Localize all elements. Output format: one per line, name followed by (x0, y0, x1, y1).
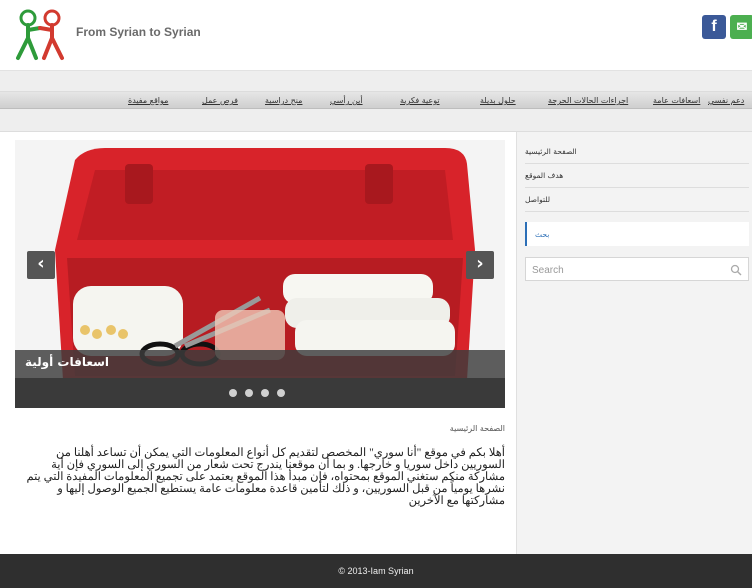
site-footer: © 2013-Iam Syrian (0, 554, 752, 588)
search-box (525, 257, 749, 281)
sidebar-item-site-goal[interactable]: هدف الموقع (525, 164, 749, 188)
slide-caption-bar: اسعافات أولية (15, 350, 505, 378)
slider-dot-3[interactable] (261, 389, 269, 397)
site-header: From Syrian to Syrian f ✉ (0, 0, 752, 70)
nav-item-jobs[interactable]: فرص عمل (202, 96, 238, 105)
nav-item-useful-sites[interactable]: مواقع مفيدة (128, 96, 168, 105)
nav-item-alternative-solutions[interactable]: حلول بديلة (480, 96, 516, 105)
nav-strip: دعم نفسي اسعافات عامة اجراءات الحالات ال… (0, 91, 752, 109)
slide-caption[interactable]: اسعافات أولية (25, 355, 505, 369)
breadcrumb[interactable]: الصفحة الرئيسية (15, 424, 505, 433)
sidebar: الصفحة الرئيسية هدف الموقع للتواصل بحث (516, 132, 752, 554)
slider-dots (15, 378, 505, 408)
site-title[interactable]: From Syrian to Syrian (76, 25, 201, 39)
facebook-icon[interactable]: f (702, 15, 726, 39)
nav-item-scholarships[interactable]: منح دراسية (265, 96, 302, 105)
search-input[interactable] (532, 262, 722, 278)
image-slider[interactable]: اسعافات أولية ‹ › (15, 140, 505, 408)
slider-dot-4[interactable] (277, 389, 285, 397)
sidebar-item-contact[interactable]: للتواصل (525, 188, 749, 212)
slider-prev-button[interactable]: ‹ (27, 251, 55, 279)
nav-item-psych-support[interactable]: دعم نفسي (708, 96, 744, 105)
nav-item-critical-procedures[interactable]: اجراءات الحالات الحرجة (548, 96, 628, 105)
sidebar-item-home[interactable]: الصفحة الرئيسية (525, 140, 749, 164)
nav-item-my-opinion[interactable]: أين رأسي (330, 96, 363, 105)
email-icon[interactable]: ✉ (730, 15, 752, 39)
copyright-text: © 2013-Iam Syrian (338, 566, 414, 576)
page: From Syrian to Syrian f ✉ دعم نفسي اسعاف… (0, 0, 752, 588)
search-icon[interactable] (730, 264, 742, 276)
slider-next-button[interactable]: › (466, 251, 494, 279)
nav-item-awareness[interactable]: توعية فكرية (400, 96, 440, 105)
slider-dot-2[interactable] (245, 389, 253, 397)
nav-bar: دعم نفسي اسعافات عامة اجراءات الحالات ال… (0, 70, 752, 132)
intro-paragraph: أهلا بكم في موقع "أنا سوري" المخصص لتقدي… (26, 447, 505, 507)
nav-item-general-first-aid[interactable]: اسعافات عامة (653, 96, 700, 105)
slider-dot-1[interactable] (229, 389, 237, 397)
search-tab[interactable]: بحث (525, 222, 749, 246)
logo-icon[interactable] (12, 8, 74, 62)
